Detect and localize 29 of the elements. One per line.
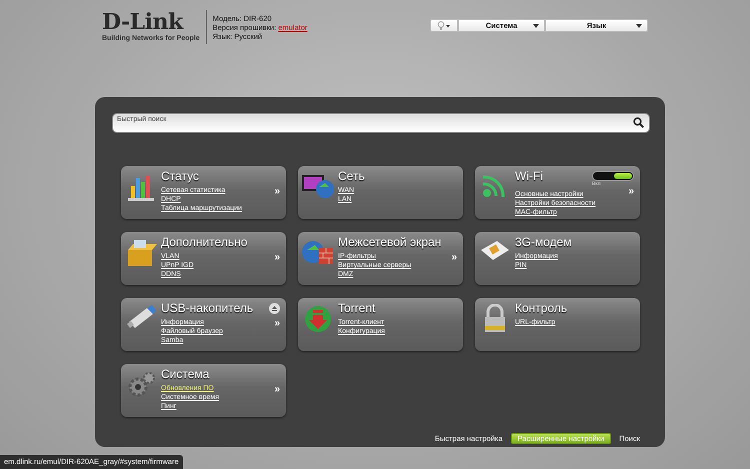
bulb-dropdown[interactable]	[430, 19, 458, 32]
card-title: Межсетевой экран	[338, 235, 442, 249]
more-chevron[interactable]: »	[274, 252, 280, 263]
bulb-icon	[437, 20, 451, 30]
card-title: Система	[161, 367, 210, 381]
more-chevron[interactable]: »	[628, 186, 634, 197]
card-title: 3G-модем	[515, 235, 572, 249]
more-chevron[interactable]: »	[274, 384, 280, 395]
more-chevron[interactable]: »	[451, 252, 457, 263]
logo: D-Link	[102, 10, 185, 34]
padlock-icon	[482, 304, 508, 334]
card-title: Сеть	[338, 169, 365, 183]
more-chevron[interactable]: »	[274, 318, 280, 329]
toggle-switch[interactable]	[592, 171, 634, 181]
card-title: Контроль	[515, 301, 568, 315]
card-title: Дополнительно	[161, 235, 248, 249]
eject-icon[interactable]	[269, 303, 280, 314]
search-icon[interactable]	[633, 117, 644, 128]
download-globe-icon	[303, 304, 333, 334]
usb-stick-icon	[125, 304, 157, 330]
card-title: USB-накопитель	[161, 301, 254, 315]
box-icon	[125, 238, 157, 268]
card-title: Статус	[161, 169, 199, 183]
card-title: Wi-Fi	[515, 169, 543, 183]
card-title: Torrent	[338, 301, 376, 315]
caret-icon	[533, 24, 539, 28]
caret-icon	[636, 24, 642, 28]
more-chevron[interactable]: »	[274, 186, 280, 197]
monitor-globe-icon	[301, 172, 335, 200]
